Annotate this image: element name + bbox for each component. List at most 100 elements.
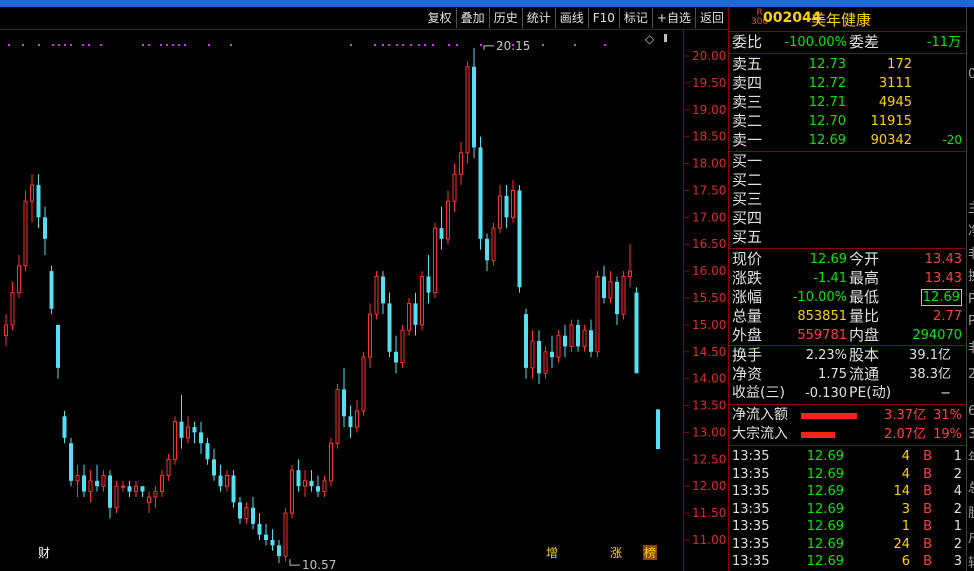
candle[interactable] — [478, 136, 483, 250]
candle[interactable] — [595, 271, 600, 358]
event-marker[interactable]: 涨 — [610, 545, 622, 560]
candle[interactable] — [290, 464, 294, 519]
tick-row[interactable]: 13:35 12.69 4 B 2 — [729, 466, 965, 483]
candle[interactable] — [524, 308, 528, 379]
event-marker[interactable]: 榜 — [644, 545, 656, 560]
candle[interactable] — [127, 480, 132, 497]
candle[interactable] — [472, 47, 476, 159]
tick-row[interactable]: 13:35 12.69 1 B 1 — [729, 518, 965, 535]
tick-row[interactable]: 13:35 12.69 6 B 3 — [729, 553, 965, 570]
toolbar-button[interactable]: 返回 — [694, 8, 728, 28]
candle[interactable] — [238, 496, 242, 524]
tick-row[interactable]: 13:35 12.69 24 B 2 — [729, 536, 965, 553]
candle[interactable] — [296, 459, 301, 492]
candle[interactable] — [582, 324, 587, 352]
candle[interactable] — [602, 265, 606, 304]
candle[interactable] — [342, 367, 346, 428]
tick-row[interactable]: 13:35 12.69 14 B 4 — [729, 483, 965, 500]
candle[interactable] — [316, 475, 320, 497]
candle[interactable] — [322, 475, 327, 497]
candle[interactable] — [563, 324, 567, 358]
candle[interactable] — [264, 523, 268, 546]
candle[interactable] — [400, 324, 405, 368]
candle[interactable] — [4, 314, 8, 347]
diamond-icon[interactable]: ◇ — [645, 32, 655, 46]
toolbar-button[interactable]: 历史 — [488, 8, 522, 28]
candle[interactable] — [628, 244, 632, 288]
candle[interactable] — [556, 330, 561, 363]
event-marker[interactable]: 财 — [38, 546, 50, 560]
candle[interactable] — [277, 540, 281, 564]
candle[interactable] — [95, 464, 99, 492]
toolbar-button[interactable]: 画线 — [554, 8, 588, 28]
candle[interactable] — [108, 470, 112, 519]
candle[interactable] — [101, 470, 106, 492]
toolbar-button[interactable]: +自选 — [651, 8, 695, 28]
candle[interactable] — [192, 421, 197, 444]
candle[interactable] — [589, 319, 593, 358]
candle[interactable] — [387, 292, 392, 358]
candle[interactable] — [420, 271, 424, 331]
candle[interactable] — [23, 190, 28, 272]
candle[interactable] — [517, 185, 522, 293]
candle[interactable] — [160, 470, 164, 497]
candle[interactable] — [270, 529, 275, 551]
candle[interactable] — [225, 470, 229, 492]
scroll-handle[interactable] — [664, 34, 667, 42]
candle[interactable] — [615, 276, 619, 325]
candle[interactable] — [121, 480, 125, 492]
candle[interactable] — [75, 464, 80, 497]
candle[interactable] — [134, 480, 138, 497]
candle[interactable] — [608, 271, 613, 304]
candle[interactable] — [537, 330, 541, 385]
candle[interactable] — [530, 330, 535, 379]
candle[interactable] — [621, 271, 626, 320]
candle[interactable] — [147, 491, 151, 514]
candle[interactable] — [36, 174, 41, 229]
candle[interactable] — [465, 61, 470, 164]
candle[interactable] — [173, 416, 177, 465]
candle[interactable] — [348, 405, 353, 438]
candle[interactable] — [361, 351, 366, 417]
candle[interactable] — [10, 281, 15, 331]
candle[interactable] — [244, 502, 249, 524]
candle[interactable] — [511, 179, 515, 223]
candle[interactable] — [17, 254, 21, 298]
candle[interactable] — [114, 480, 119, 514]
toolbar-button[interactable]: 叠加 — [455, 8, 489, 28]
candle[interactable] — [335, 384, 340, 449]
tick-row[interactable]: 13:35 12.69 3 B 2 — [729, 501, 965, 518]
candle[interactable] — [374, 271, 379, 320]
candle[interactable] — [433, 222, 437, 298]
candle[interactable] — [569, 319, 574, 352]
candle[interactable] — [82, 464, 86, 497]
toolbar-button[interactable]: F10 — [587, 8, 619, 28]
candle[interactable] — [62, 410, 67, 444]
candle[interactable] — [485, 233, 489, 272]
candle[interactable] — [656, 409, 660, 450]
candle[interactable] — [205, 437, 210, 465]
candle[interactable] — [439, 206, 444, 250]
candle[interactable] — [368, 303, 372, 368]
candle[interactable] — [452, 163, 457, 212]
candle[interactable] — [459, 142, 463, 186]
candle[interactable] — [407, 298, 411, 336]
candle[interactable] — [199, 421, 203, 454]
candle[interactable] — [498, 185, 502, 234]
candle[interactable] — [576, 319, 580, 352]
candle[interactable] — [218, 464, 223, 492]
candle[interactable] — [179, 394, 184, 449]
candle[interactable] — [153, 486, 158, 508]
candle[interactable] — [43, 206, 47, 255]
event-marker[interactable]: 增 — [546, 546, 558, 560]
candle[interactable] — [426, 254, 431, 304]
toolbar-button[interactable]: 统计 — [521, 8, 555, 28]
candle[interactable] — [30, 174, 34, 223]
toolbar-button[interactable]: 复权 — [424, 8, 456, 28]
candle[interactable] — [56, 324, 60, 379]
candle[interactable] — [69, 437, 73, 487]
candle[interactable] — [283, 507, 288, 562]
candle[interactable] — [309, 470, 314, 492]
candle[interactable] — [634, 287, 639, 374]
candle[interactable] — [257, 513, 262, 540]
